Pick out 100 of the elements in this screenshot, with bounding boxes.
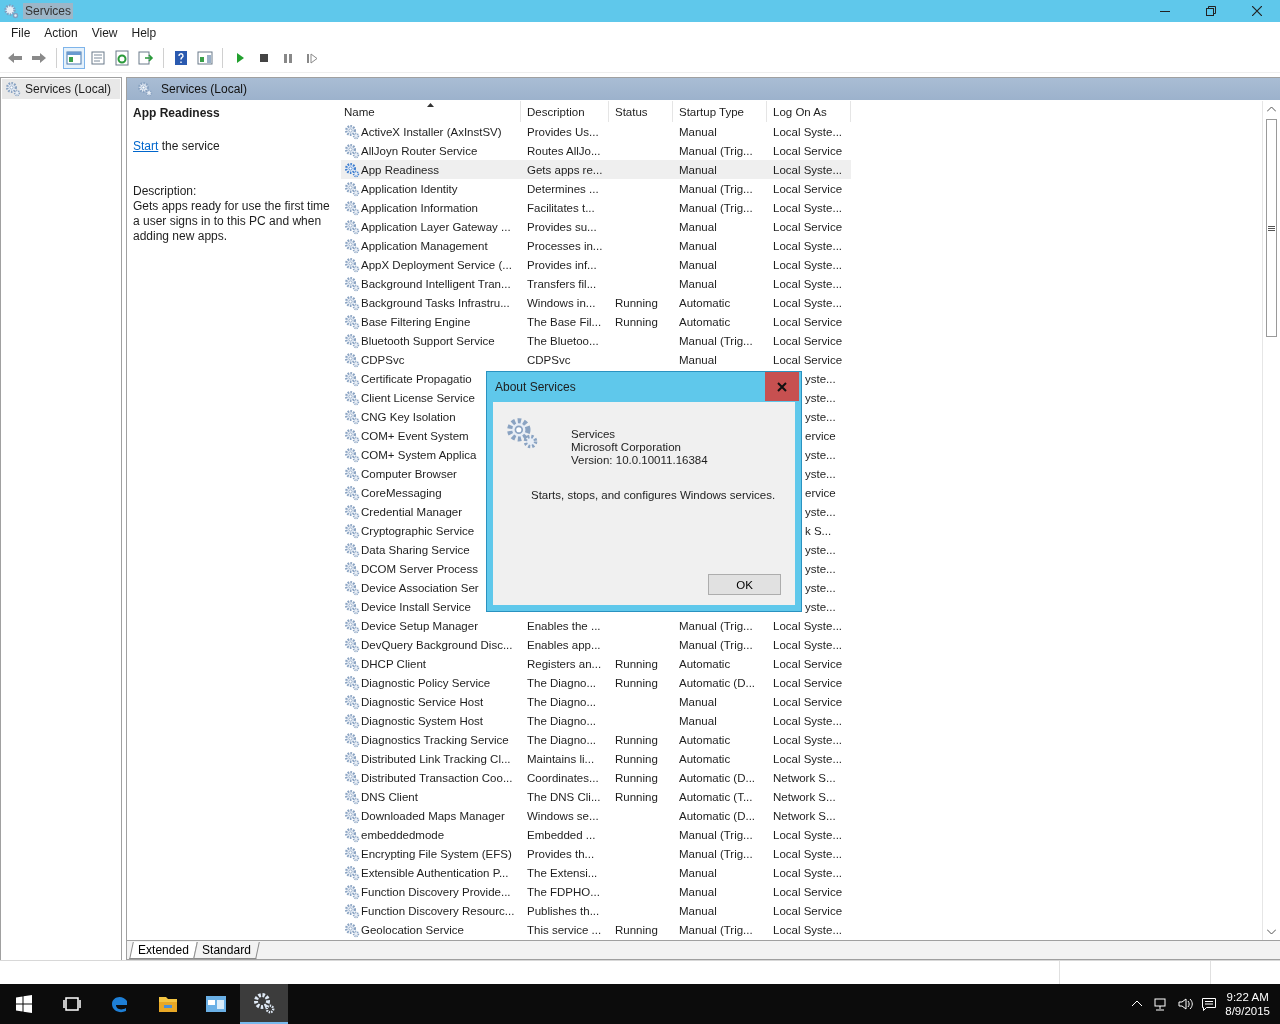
table-cell: Background Intelligent Tran...	[361, 277, 511, 290]
table-cell: The Diagno...	[527, 695, 597, 708]
table-cell: Application Identity	[361, 182, 458, 195]
clock-date[interactable]: 8/9/2015	[1225, 1004, 1270, 1018]
column-header[interactable]: Status	[609, 101, 673, 122]
start-link[interactable]: Start	[133, 139, 159, 153]
volume-icon[interactable]	[1177, 996, 1194, 1012]
table-cell: The Diagno...	[527, 714, 597, 727]
table-cell: yste...	[805, 543, 836, 556]
version-text: Version: 10.0.10011.16384	[571, 454, 708, 467]
table-cell: Certificate Propagatio	[361, 372, 472, 385]
view-tab[interactable]: Standard	[192, 942, 260, 959]
table-cell: Running	[615, 752, 658, 765]
grip-icon	[1268, 224, 1275, 232]
table-cell: Manual	[679, 885, 717, 898]
table-cell: Cryptographic Service	[361, 524, 475, 537]
gear-icon	[344, 788, 360, 805]
close-icon	[777, 381, 787, 392]
gear-icon	[5, 81, 21, 97]
window-title: Services	[23, 3, 73, 19]
gear-icon	[344, 541, 360, 558]
menu-item[interactable]: File	[4, 26, 38, 40]
table-cell: CDPSvc	[361, 353, 405, 366]
table-cell: Automatic (D...	[679, 809, 756, 822]
column-header[interactable]: Log On As	[767, 101, 851, 122]
gear-icon	[344, 712, 360, 729]
table-cell: Windows in...	[527, 296, 596, 309]
table-cell: yste...	[805, 562, 836, 575]
pane-icon	[197, 50, 213, 66]
table-cell: Manual (Trig...	[679, 144, 753, 157]
close-button[interactable]	[765, 372, 799, 401]
summary-text: Starts, stops, and configures Windows services.	[531, 489, 777, 501]
gear-icon	[344, 503, 360, 520]
table-cell: yste...	[805, 448, 836, 461]
table-cell: Manual (Trig...	[679, 847, 753, 860]
taskbar-button[interactable]	[240, 984, 288, 1024]
scroll-down-icon[interactable]	[1267, 929, 1276, 935]
panel-title: Services (Local)	[161, 82, 248, 96]
table-cell: Automatic (D...	[679, 771, 756, 784]
table-cell: Local Service	[773, 334, 843, 347]
table-cell: Diagnostic Service Host	[361, 695, 484, 708]
table-cell: COM+ Event System	[361, 429, 469, 442]
gear-icon	[344, 807, 360, 824]
scrollbar[interactable]	[1262, 101, 1280, 940]
forward-arrow-icon	[31, 50, 47, 66]
table-cell: Local Syste...	[773, 163, 843, 176]
table-cell: Local Service	[773, 220, 843, 233]
console-tree-button[interactable]	[63, 47, 85, 69]
table-cell: Local Service	[773, 885, 843, 898]
menu-item[interactable]: Action	[37, 26, 85, 40]
gear-icon	[344, 275, 360, 292]
table-cell: Manual (Trig...	[679, 201, 753, 214]
table-cell: Manual	[679, 714, 717, 727]
table-cell: Function Discovery Provide...	[361, 885, 511, 898]
ok-button[interactable]: OK	[708, 574, 781, 595]
column-header[interactable]: Startup Type	[673, 101, 767, 122]
table-cell: Network S...	[773, 809, 836, 822]
table-cell: Manual	[679, 695, 717, 708]
gear-icon	[344, 237, 360, 254]
column-header[interactable]: Name	[341, 101, 521, 122]
table-cell: Running	[615, 315, 658, 328]
table-cell: Manual	[679, 353, 717, 366]
gear-icon	[344, 370, 360, 387]
table-cell: Local Syste...	[773, 277, 843, 290]
table-cell: Computer Browser	[361, 467, 457, 480]
column-header[interactable]: Description	[521, 101, 609, 122]
table-cell: CDPSvc	[527, 353, 571, 366]
table-cell: Manual (Trig...	[679, 923, 753, 936]
table-cell: Registers an...	[527, 657, 602, 670]
gear-icon	[344, 465, 360, 482]
table-cell: Automatic	[679, 733, 731, 746]
view-tab[interactable]: Extended	[129, 942, 198, 959]
table-cell: Distributed Link Tracking Cl...	[361, 752, 511, 765]
table-cell: Provides su...	[527, 220, 597, 233]
gear-icon	[344, 636, 360, 653]
table-cell: Manual (Trig...	[679, 334, 753, 347]
gear-icon	[344, 332, 360, 349]
gear-icon	[344, 864, 360, 881]
table-cell: Application Management	[361, 239, 488, 252]
table-cell: CNG Key Isolation	[361, 410, 456, 423]
gear-icon	[3, 3, 19, 19]
table-cell: Running	[615, 657, 658, 670]
tree-item[interactable]: Services (Local)	[2, 79, 120, 99]
gear-icon	[344, 427, 360, 444]
table-cell: Local Syste...	[773, 638, 843, 651]
table-cell: Local Service	[773, 315, 843, 328]
clock-time[interactable]: 9:22 AM	[1226, 990, 1269, 1004]
table-cell: Diagnostic System Host	[361, 714, 484, 727]
menu-item[interactable]: Help	[124, 26, 164, 40]
gear-icon	[344, 446, 360, 463]
menu-item[interactable]: View	[84, 26, 125, 40]
table-cell: Geolocation Service	[361, 923, 464, 936]
dialog-title: About Services	[494, 380, 577, 394]
scroll-up-icon[interactable]	[1267, 106, 1276, 112]
table-cell: Manual (Trig...	[679, 638, 753, 651]
table-cell: Base Filtering Engine	[361, 315, 471, 328]
table-cell: Manual	[679, 220, 717, 233]
table-cell: Transfers fil...	[527, 277, 597, 290]
table-cell: Automatic (D...	[679, 676, 756, 689]
message-icon[interactable]	[1201, 996, 1218, 1012]
